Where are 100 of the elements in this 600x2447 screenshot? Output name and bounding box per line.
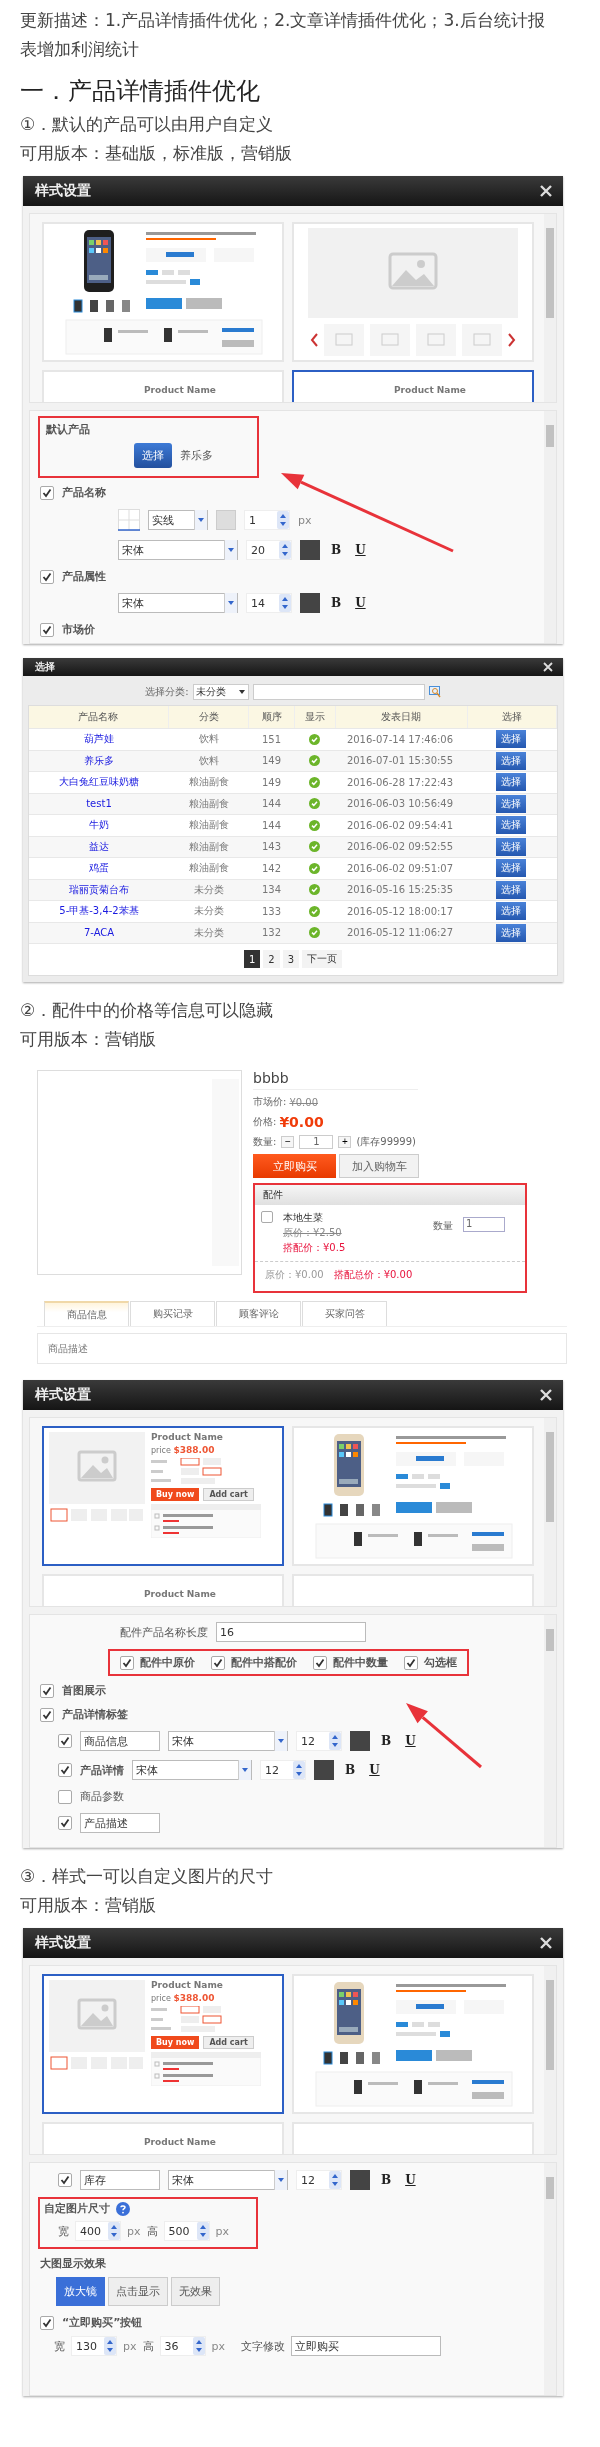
checkbox[interactable] (261, 1211, 273, 1223)
select-button[interactable]: 选择 (495, 902, 526, 921)
category-select[interactable]: 未分类 (192, 684, 249, 700)
height-field[interactable]: 36 (159, 2336, 206, 2356)
checkbox[interactable] (40, 569, 54, 584)
tab-name-field[interactable]: 库存 (80, 2170, 160, 2190)
tab[interactable]: 买家问答 (302, 1301, 387, 1326)
spinner-icon[interactable] (108, 2222, 120, 2240)
caret-icon[interactable] (237, 688, 246, 696)
color-swatch[interactable] (300, 540, 320, 560)
product-link[interactable]: 益达 (89, 839, 109, 854)
help-icon[interactable] (116, 2201, 130, 2216)
font-size-field[interactable]: 12 (296, 2170, 342, 2190)
underline-button[interactable]: U (402, 1734, 419, 1748)
add-to-cart-button[interactable]: 加入购物车 (339, 1154, 419, 1178)
product-link[interactable]: 瑞丽贡菊台布 (69, 882, 129, 897)
tab[interactable]: 商品信息 (44, 1301, 129, 1326)
quantity-field[interactable]: 1 (463, 1217, 505, 1232)
height-field[interactable]: 500 (163, 2221, 210, 2241)
close-icon[interactable] (539, 184, 553, 198)
bold-button[interactable]: B (378, 2173, 395, 2187)
page-button[interactable]: 2 (263, 950, 280, 968)
color-swatch[interactable] (350, 2170, 370, 2190)
buy-now-button[interactable]: Buy now (151, 1488, 200, 1501)
template-card[interactable]: Product Name price $388.00 Buy now Add cart (42, 1426, 284, 1566)
select-button[interactable]: 选择 (495, 816, 526, 835)
buy-now-button[interactable]: Buy now (151, 2036, 200, 2049)
add-cart-button[interactable]: Add cart (203, 1488, 254, 1501)
font-size-field[interactable]: 12 (296, 1731, 342, 1751)
font-size-field[interactable]: 14 (246, 593, 292, 613)
underline-button[interactable]: U (352, 543, 369, 557)
checkbox[interactable] (120, 1655, 134, 1670)
spinner-icon[interactable] (277, 511, 289, 529)
checkbox[interactable] (40, 485, 54, 500)
font-select[interactable]: 宋体 (118, 593, 238, 613)
scrollbar[interactable] (544, 1615, 556, 1847)
close-icon[interactable] (539, 1936, 553, 1950)
quantity-field[interactable]: 1 (299, 1135, 334, 1149)
spinner-icon[interactable] (279, 541, 291, 559)
search-icon[interactable] (428, 686, 441, 698)
scrollbar[interactable] (544, 411, 556, 643)
font-select[interactable]: 宋体 (118, 540, 238, 560)
bold-button[interactable]: B (378, 1734, 395, 1748)
number-field[interactable]: 1 (244, 510, 290, 530)
minus-button[interactable]: − (281, 1136, 295, 1148)
plus-button[interactable]: + (338, 1136, 352, 1148)
checkbox[interactable] (58, 2173, 72, 2187)
width-field[interactable]: 130 (71, 2336, 117, 2356)
spinner-icon[interactable] (293, 1761, 305, 1779)
product-link[interactable]: 5-甲基-3,4-2苯基 (59, 904, 139, 919)
font-select[interactable]: 宋体 (168, 2170, 288, 2190)
color-swatch[interactable] (350, 1731, 370, 1751)
spinner-icon[interactable] (329, 2171, 341, 2189)
spinner-icon[interactable] (279, 594, 291, 612)
product-link[interactable]: 牛奶 (89, 818, 109, 833)
select-button[interactable]: 选择 (495, 773, 526, 792)
color-swatch[interactable] (216, 510, 236, 530)
font-size-field[interactable]: 12 (260, 1760, 306, 1780)
font-select[interactable]: 宋体 (168, 1731, 288, 1751)
effect-button[interactable]: 放大镜 (56, 2277, 105, 2306)
style-select[interactable]: 实线 (148, 510, 208, 530)
font-size-field[interactable]: 20 (246, 540, 292, 560)
checkbox[interactable] (40, 1683, 54, 1698)
scrollbar[interactable] (544, 1418, 556, 1606)
checkbox[interactable] (40, 2315, 54, 2330)
scrollbar[interactable] (544, 2163, 556, 2395)
checkbox[interactable] (211, 1655, 225, 1670)
select-button[interactable]: 选择 (495, 730, 526, 749)
checkbox[interactable] (58, 1789, 72, 1804)
color-swatch[interactable] (314, 1760, 334, 1780)
button-text-field[interactable]: 立即购买 (291, 2336, 441, 2356)
underline-button[interactable]: U (402, 2173, 419, 2187)
search-field[interactable] (252, 684, 425, 700)
page-button[interactable]: 下一页 (302, 950, 343, 968)
select-button[interactable]: 选择 (495, 751, 526, 770)
effect-button[interactable]: 无效果 (171, 2277, 220, 2306)
width-field[interactable]: 400 (75, 2221, 121, 2241)
checkbox[interactable] (58, 1734, 72, 1748)
template-card[interactable]: Product Name (42, 370, 284, 402)
underline-button[interactable]: U (366, 1763, 383, 1777)
template-card[interactable]: Product Name (42, 1574, 284, 1606)
select-button[interactable]: 选择 (495, 794, 526, 813)
close-icon[interactable] (539, 1388, 553, 1402)
bold-button[interactable]: B (328, 596, 345, 610)
underline-button[interactable]: U (352, 596, 369, 610)
bold-button[interactable]: B (328, 543, 345, 557)
checkbox[interactable] (58, 1763, 72, 1777)
scrollbar[interactable] (544, 1966, 556, 2154)
bold-button[interactable]: B (342, 1763, 359, 1777)
select-button[interactable]: 选择 (495, 880, 526, 899)
product-link[interactable]: test1 (86, 798, 112, 810)
checkbox[interactable] (40, 622, 54, 637)
buy-now-button[interactable]: 立即购买 (253, 1154, 336, 1178)
select-button[interactable]: 选择 (134, 443, 172, 468)
color-swatch[interactable] (300, 593, 320, 613)
font-select[interactable]: 宋体 (132, 1760, 252, 1780)
checkbox[interactable] (404, 1655, 418, 1670)
product-link[interactable]: 葫芦娃 (84, 732, 114, 747)
length-field[interactable]: 16 (216, 1622, 366, 1642)
checkbox[interactable] (40, 1707, 54, 1722)
